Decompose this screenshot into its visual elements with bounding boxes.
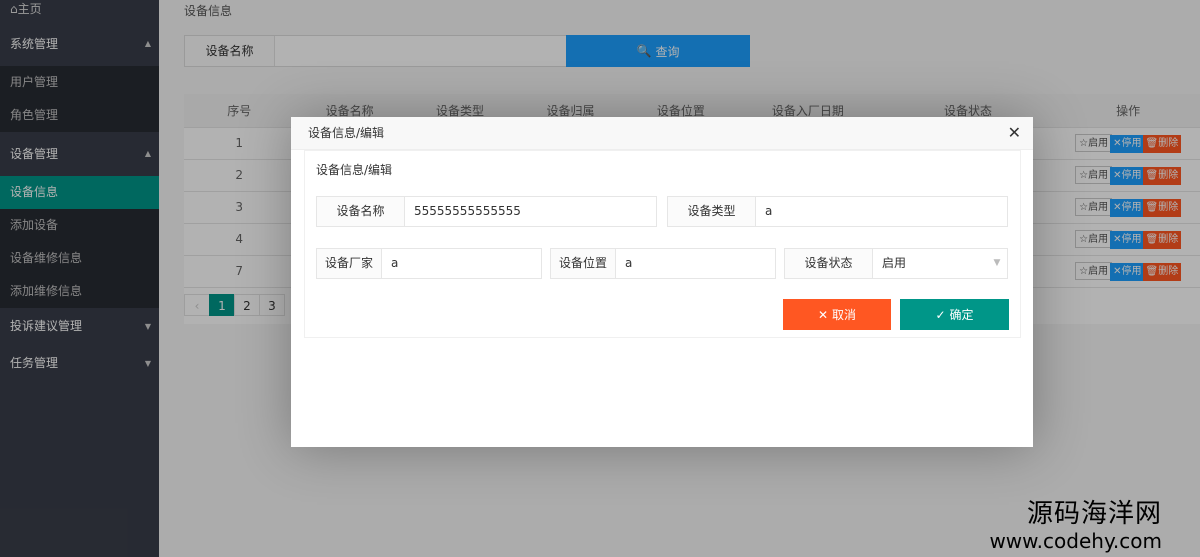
- dialog-title: 设备信息/编辑: [291, 117, 1033, 150]
- device-status-select[interactable]: 启用: [873, 249, 987, 278]
- close-icon: ✕: [817, 307, 829, 322]
- cancel-button[interactable]: ✕ 取消: [783, 299, 891, 330]
- device-status-field: 设备状态 启用 ▼: [784, 248, 1008, 279]
- device-vendor-field: 设备厂家: [316, 248, 542, 279]
- check-icon: ✓: [935, 307, 946, 322]
- device-name-input[interactable]: [405, 197, 656, 226]
- device-location-field: 设备位置: [550, 248, 776, 279]
- device-type-input[interactable]: [756, 197, 1007, 226]
- device-vendor-input[interactable]: [382, 249, 541, 278]
- caret-down-icon: ▼: [993, 258, 1001, 268]
- confirm-button[interactable]: ✓ 确定: [900, 299, 1009, 330]
- device-location-input[interactable]: [616, 249, 775, 278]
- watermark: 源码海洋网 www.codehy.com: [989, 499, 1162, 553]
- close-icon[interactable]: ✕: [1008, 123, 1021, 142]
- edit-dialog: 设备信息/编辑 ✕ 设备信息/编辑 设备名称 设备类型 设备厂家 设备位置 设备…: [291, 117, 1033, 447]
- form-section-title: 设备信息/编辑: [316, 163, 393, 177]
- device-type-field: 设备类型: [667, 196, 1008, 227]
- device-name-field: 设备名称: [316, 196, 657, 227]
